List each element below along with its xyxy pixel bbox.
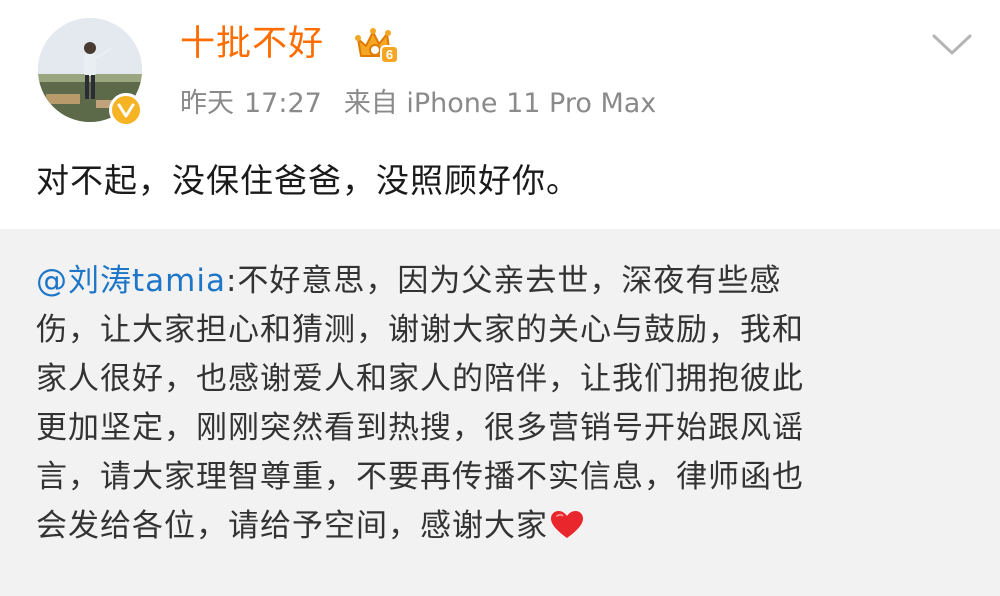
post-meta: 昨天 17:27 来自 iPhone 11 Pro Max xyxy=(180,84,656,124)
repost-block[interactable]: @刘涛tamia:不好意思，因为父亲去世，深夜有些感 伤，让大家担心和猜测，谢谢… xyxy=(0,229,1000,596)
repost-text: 会发给各位，请给予空间，感谢大家 xyxy=(36,508,548,544)
repost-line: 言，请大家理智尊重，不要再传播不实信息，律师函也 xyxy=(36,459,804,495)
repost-text: :不好意思，因为父亲去世，深夜有些感 xyxy=(225,263,782,299)
post-time: 17:27 xyxy=(244,88,322,119)
author-name[interactable]: 十批不好 xyxy=(180,20,324,68)
repost-line: 更加坚定，刚刚突然看到热搜，很多营销号开始跟风谣 xyxy=(36,410,804,446)
post-source[interactable]: 来自 iPhone 11 Pro Max xyxy=(344,88,656,119)
heart-emoji xyxy=(551,511,583,538)
verified-v-icon xyxy=(109,93,143,127)
weibo-post: 十批不好 6 昨天 17:27 来自 iPhone 11 Pro Max 对不起，没… xyxy=(0,0,1000,596)
repost-line: 伤，让大家担心和猜测，谢谢大家的关心与鼓励，我和 xyxy=(36,312,804,348)
vip-crown-icon[interactable]: 6 xyxy=(355,26,399,64)
post-text: 对不起，没保住爸爸，没照顾好你。 xyxy=(36,161,580,200)
repost-line: 会发给各位，请给予空间，感谢大家 xyxy=(36,502,976,551)
vip-level: 6 xyxy=(386,47,393,62)
chevron-down-icon[interactable] xyxy=(930,30,974,60)
mention-link[interactable]: @刘涛tamia xyxy=(36,263,226,299)
post-day: 昨天 xyxy=(180,88,234,119)
repost-body: @刘涛tamia:不好意思，因为父亲去世，深夜有些感 伤，让大家担心和猜测，谢谢… xyxy=(36,257,976,551)
repost-line: 家人很好，也感谢爱人和家人的陪伴，让我们拥抱彼此 xyxy=(36,361,804,397)
repost-line: @刘涛tamia:不好意思，因为父亲去世，深夜有些感 xyxy=(36,257,976,306)
